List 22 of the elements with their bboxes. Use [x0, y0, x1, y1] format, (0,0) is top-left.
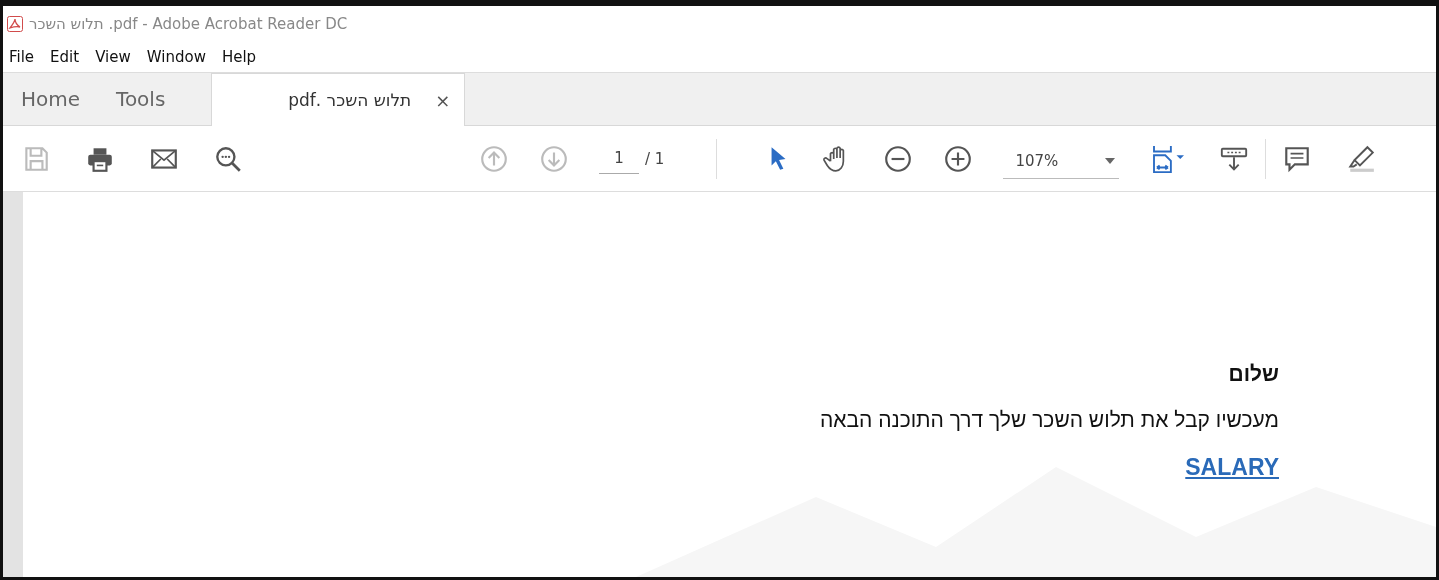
menu-item[interactable]: File [9, 48, 35, 66]
caret-icon [1105, 158, 1116, 164]
greeting-text: שלום [1228, 362, 1279, 386]
menu-item[interactable]: Help [221, 48, 257, 66]
tab-label: תלוש השכר .pdf [288, 90, 412, 110]
page-number-field[interactable]: 1 [599, 149, 639, 174]
page-count: / 1 [645, 149, 666, 168]
salary-link[interactable]: SALARY [1185, 454, 1279, 481]
message-text: מעכשיו קבל את תלוש השכר שלך דרך התוכנה הבאה [819, 408, 1279, 432]
menu-item[interactable]: Window [146, 48, 206, 66]
close-icon[interactable]: × [435, 89, 451, 111]
zoom-dropdown[interactable]: 107% [1003, 146, 1120, 179]
pdf-file-icon [7, 16, 23, 32]
window-title: תלוש השכר .pdf - Adobe Acrobat Reader DC [29, 15, 348, 33]
tab[interactable]: Home [3, 73, 99, 125]
menu-item[interactable]: View [95, 48, 131, 66]
zoom-in-icon[interactable] [943, 143, 974, 174]
tab[interactable]: Tools [98, 73, 184, 125]
zoom-out-icon[interactable] [883, 143, 914, 174]
menu-item[interactable]: Edit [50, 48, 80, 66]
highlighter-icon[interactable] [1346, 143, 1377, 174]
document-tab[interactable]: תלוש השכר .pdf × [211, 73, 466, 126]
